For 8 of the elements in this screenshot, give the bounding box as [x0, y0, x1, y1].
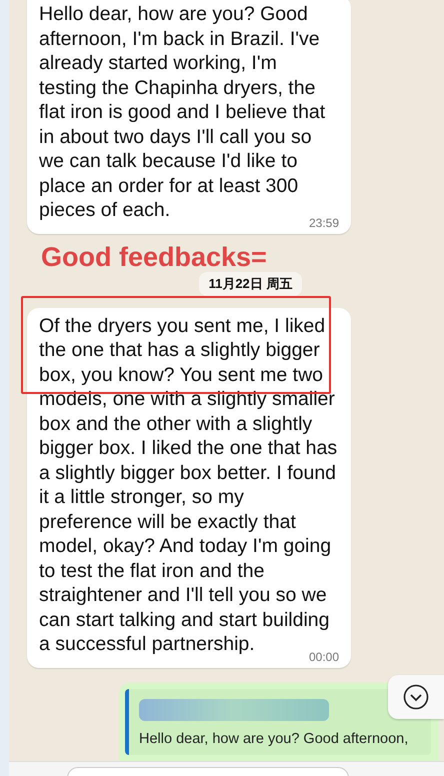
message-time: 23:59 [308, 216, 339, 230]
quoted-message[interactable]: Hello dear, how are you? Good afternoon, [125, 688, 431, 754]
scroll-down-button[interactable] [388, 675, 444, 719]
message-time: 00:00 [308, 650, 339, 664]
chevron-down-icon [403, 684, 429, 710]
annotation-text: Good feedbacks= [41, 242, 268, 272]
date-chip: 11月22日 周五 [198, 272, 302, 296]
quoted-text: Hello dear, how are you? Good afternoon, [139, 730, 410, 746]
